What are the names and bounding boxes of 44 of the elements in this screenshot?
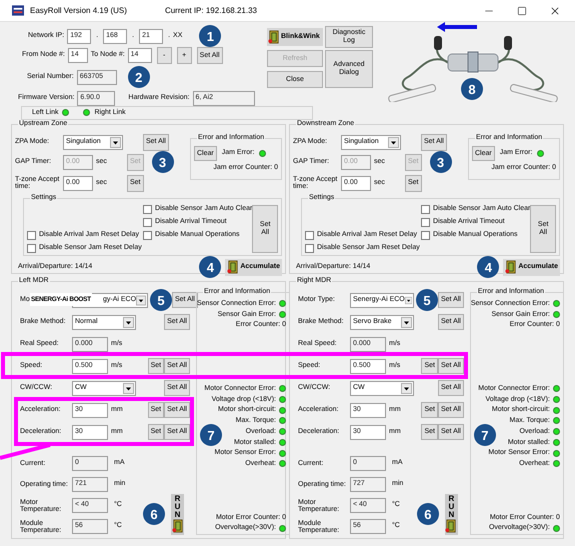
leader-line [0, 443, 50, 460]
number-badge: 3 [152, 151, 174, 173]
checkbox[interactable] [143, 231, 152, 240]
number-badge: 7 [474, 424, 496, 446]
door-icon [505, 260, 518, 274]
number-badge: 2 [128, 66, 150, 88]
number-badge: 4 [477, 256, 500, 278]
checkbox[interactable] [143, 205, 152, 214]
caret-icon [388, 136, 399, 148]
door-icon [172, 519, 184, 533]
caret-icon [136, 294, 146, 306]
caret-icon [123, 316, 134, 328]
checkbox[interactable] [421, 218, 430, 227]
checkbox[interactable] [305, 244, 314, 253]
number-badge: 8 [461, 78, 483, 100]
number-badge: 1 [199, 25, 222, 47]
door-icon [268, 30, 280, 44]
number-badge: 7 [200, 424, 222, 446]
checkbox[interactable] [143, 218, 152, 227]
checkbox[interactable] [305, 231, 314, 240]
maximize-icon[interactable] [517, 6, 527, 16]
checkbox[interactable] [27, 244, 36, 253]
caret-icon [401, 382, 412, 394]
door-icon [227, 260, 240, 274]
number-badge: 6 [143, 503, 165, 525]
run-button[interactable]: RUN [444, 494, 458, 535]
number-badge: 5 [416, 289, 438, 311]
caret-icon [110, 136, 121, 148]
arrow-icon [437, 22, 477, 32]
number-badge: 5 [150, 289, 172, 311]
caret-icon [401, 316, 412, 328]
checkbox[interactable] [421, 231, 430, 240]
number-badge: 4 [199, 256, 222, 278]
run-button[interactable]: RUN [171, 494, 184, 535]
checkbox[interactable] [27, 231, 36, 240]
number-badge: 3 [430, 151, 452, 173]
caret-icon [123, 382, 134, 394]
app-icon [12, 5, 24, 16]
number-badge: 6 [416, 503, 439, 525]
window-title: EasyRoll Version 4.19 (US) [30, 6, 127, 16]
door-icon [445, 519, 458, 533]
checkbox[interactable] [421, 205, 430, 214]
caret-icon [404, 294, 412, 306]
current-ip: Current IP: 192.168.21.33 [164, 6, 257, 16]
